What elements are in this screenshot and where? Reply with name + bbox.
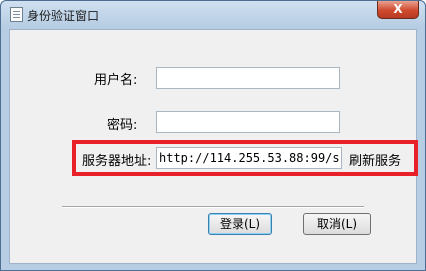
separator — [62, 206, 364, 208]
close-button[interactable]: X — [377, 1, 419, 19]
title-bar[interactable]: 身份验证窗口 X — [1, 1, 425, 27]
login-button[interactable]: 登录(L) — [208, 213, 272, 235]
server-address-label: 服务器地址: — [82, 154, 152, 169]
cancel-button[interactable]: 取消(L) — [303, 213, 371, 235]
dialog-body: 用户名: 密码: 服务器地址: http://114.255.53.88:99/… — [9, 29, 418, 264]
window-title: 身份验证窗口 — [27, 9, 100, 23]
close-icon: X — [393, 2, 403, 16]
refresh-service-button[interactable]: 刷新服务 — [349, 150, 401, 169]
dialog-window: 身份验证窗口 X 用户名: 密码: 服务器地址: http://114.255.… — [0, 0, 426, 271]
username-label: 用户名: — [94, 73, 138, 88]
username-input[interactable] — [156, 67, 340, 89]
server-address-input[interactable]: http://114.255.53.88:99/s — [156, 147, 342, 169]
document-icon — [10, 7, 23, 22]
password-input[interactable] — [156, 111, 340, 133]
password-label: 密码: — [107, 118, 138, 133]
